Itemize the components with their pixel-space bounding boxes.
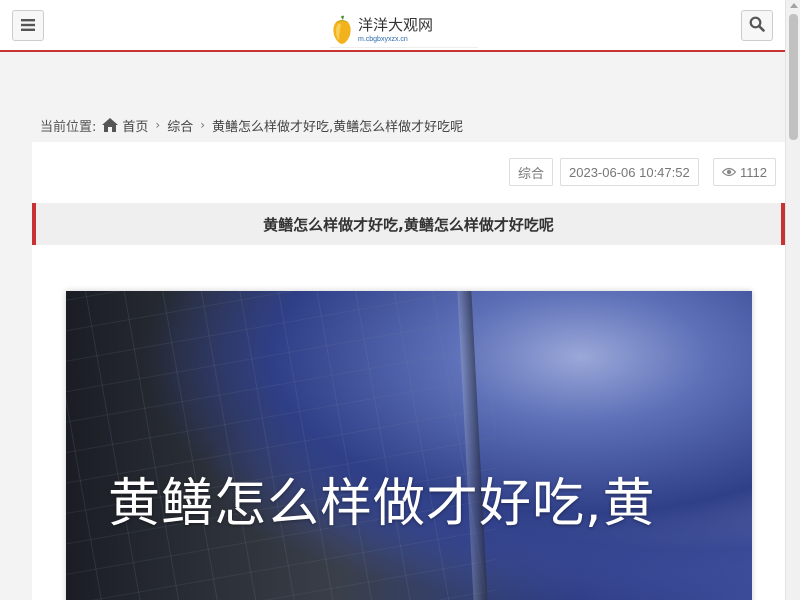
publish-date: 2023-06-06 10:47:52 — [560, 158, 699, 186]
search-button[interactable] — [741, 10, 773, 41]
chevron-right-icon: › — [155, 118, 161, 132]
date-text: 2023-06-06 10:47:52 — [569, 164, 690, 180]
views-number: 1112 — [740, 164, 767, 180]
breadcrumb: 当前位置: 首页 › 综合 › 黄鳝怎么样做才好吃,黄鳝怎么样做才好吃呢 — [40, 116, 464, 135]
breadcrumb-label: 当前位置: — [40, 119, 97, 135]
eye-icon — [722, 167, 736, 177]
site-logo[interactable]: 洋洋大观网 m.cbgbxyxzx.cn — [330, 12, 478, 48]
scroll-thumb[interactable] — [789, 14, 798, 140]
article-title-text: 黄鳝怎么样做才好吃,黄鳝怎么样做才好吃呢 — [263, 215, 554, 234]
view-count: 1112 — [713, 158, 776, 186]
breadcrumb-home-link[interactable]: 首页 — [122, 116, 148, 135]
chevron-right-icon: › — [200, 118, 206, 132]
site-domain: m.cbgbxyxzx.cn — [358, 36, 408, 43]
site-header: 洋洋大观网 m.cbgbxyxzx.cn — [0, 0, 785, 52]
search-icon — [749, 16, 765, 36]
menu-icon — [21, 16, 35, 35]
page-scrollbar[interactable] — [785, 0, 800, 600]
site-name: 洋洋大观网 — [358, 16, 434, 34]
article-card: 综合 2023-06-06 10:47:52 1112 黄鳝怎么样做才好吃,黄鳝… — [32, 142, 785, 600]
hero-building-texture — [66, 291, 496, 600]
hero-caption: 黄鳝怎么样做才好吃,黄 — [108, 474, 656, 534]
pepper-logo-icon — [330, 15, 354, 49]
article-hero-image: 黄鳝怎么样做才好吃,黄 — [66, 291, 752, 600]
scroll-up-arrow-icon[interactable] — [790, 3, 798, 8]
menu-button[interactable] — [12, 10, 44, 41]
category-label: 综合 — [518, 165, 545, 181]
article-title: 黄鳝怎么样做才好吃,黄鳝怎么样做才好吃呢 — [32, 203, 785, 245]
breadcrumb-category-link[interactable]: 综合 — [167, 116, 193, 135]
home-icon — [102, 118, 119, 132]
breadcrumb-current: 黄鳝怎么样做才好吃,黄鳝怎么样做才好吃呢 — [212, 119, 464, 135]
category-tag[interactable]: 综合 — [509, 158, 554, 186]
